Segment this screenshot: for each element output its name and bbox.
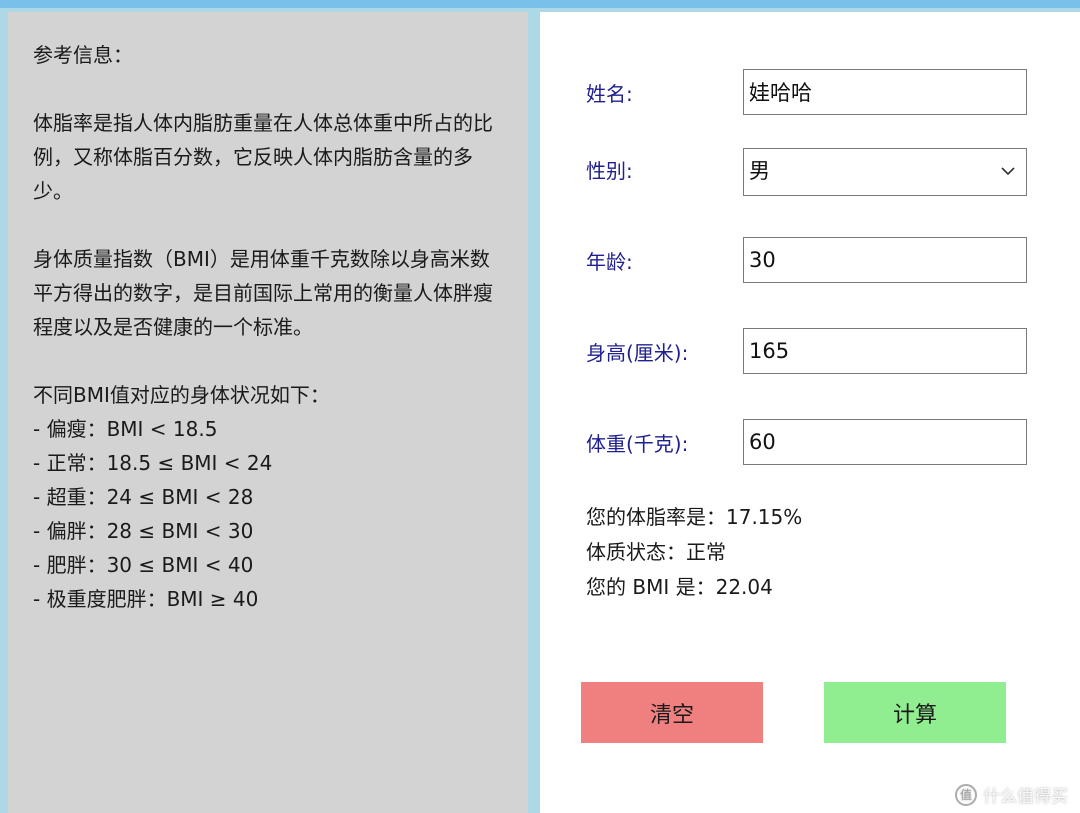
reference-title: 参考信息：	[33, 43, 133, 67]
list-item: - 超重：24 ≤ BMI < 28	[33, 485, 254, 509]
list-item: - 极重度肥胖：BMI ≥ 40	[33, 587, 259, 611]
list-item: - 正常：18.5 ≤ BMI < 24	[33, 451, 273, 475]
gender-selected-value: 男	[749, 159, 770, 183]
height-label: 身高(厘米):	[586, 341, 689, 365]
list-item: - 偏瘦：BMI < 18.5	[33, 417, 218, 441]
bmi-list-title: 不同BMI值对应的身体状况如下：	[33, 383, 330, 407]
name-input[interactable]	[743, 69, 1027, 115]
height-input[interactable]	[743, 328, 1027, 374]
watermark-text: 什么值得买	[983, 787, 1068, 807]
bmi-result: 您的 BMI 是：22.04	[586, 575, 773, 599]
status-result: 体质状态：正常	[586, 540, 726, 564]
reference-panel: 参考信息： 体脂率是指人体内脂肪重量在人体总体重中所占的比例，又称体脂百分数，它…	[8, 12, 528, 813]
calculate-button[interactable]: 计算	[824, 682, 1006, 743]
weight-input[interactable]	[743, 419, 1027, 465]
bmi-list: - 偏瘦：BMI < 18.5 - 正常：18.5 ≤ BMI < 24 - 超…	[33, 412, 528, 616]
watermark: 值 什么值得买	[955, 782, 1068, 807]
name-label: 姓名:	[586, 82, 633, 106]
clear-button[interactable]: 清空	[581, 682, 763, 743]
results-area: 您的体脂率是：17.15% 体质状态：正常 您的 BMI 是：22.04	[586, 500, 802, 605]
age-input[interactable]	[743, 237, 1027, 283]
gender-label: 性别:	[586, 159, 633, 183]
chevron-down-icon	[1001, 167, 1015, 176]
list-item: - 偏胖：28 ≤ BMI < 30	[33, 519, 254, 543]
bmi-description: 身体质量指数（BMI）是用体重千克数除以身高米数平方得出的数字，是目前国际上常用…	[33, 247, 493, 339]
list-item: - 肥胖：30 ≤ BMI < 40	[33, 553, 254, 577]
window-top-bar	[0, 0, 1080, 8]
body-fat-description: 体脂率是指人体内脂肪重量在人体总体重中所占的比例，又称体脂百分数，它反映人体内脂…	[33, 111, 493, 203]
age-label: 年龄:	[586, 250, 633, 274]
value-logo-icon: 值	[955, 783, 977, 806]
form-panel: 姓名: 性别: 男 年龄: 身高(厘米): 体重(千克): 您的体脂率是：17.…	[540, 12, 1080, 813]
body-fat-result: 您的体脂率是：17.15%	[586, 505, 803, 529]
weight-label: 体重(千克):	[586, 432, 689, 456]
gender-select[interactable]: 男	[743, 148, 1027, 196]
